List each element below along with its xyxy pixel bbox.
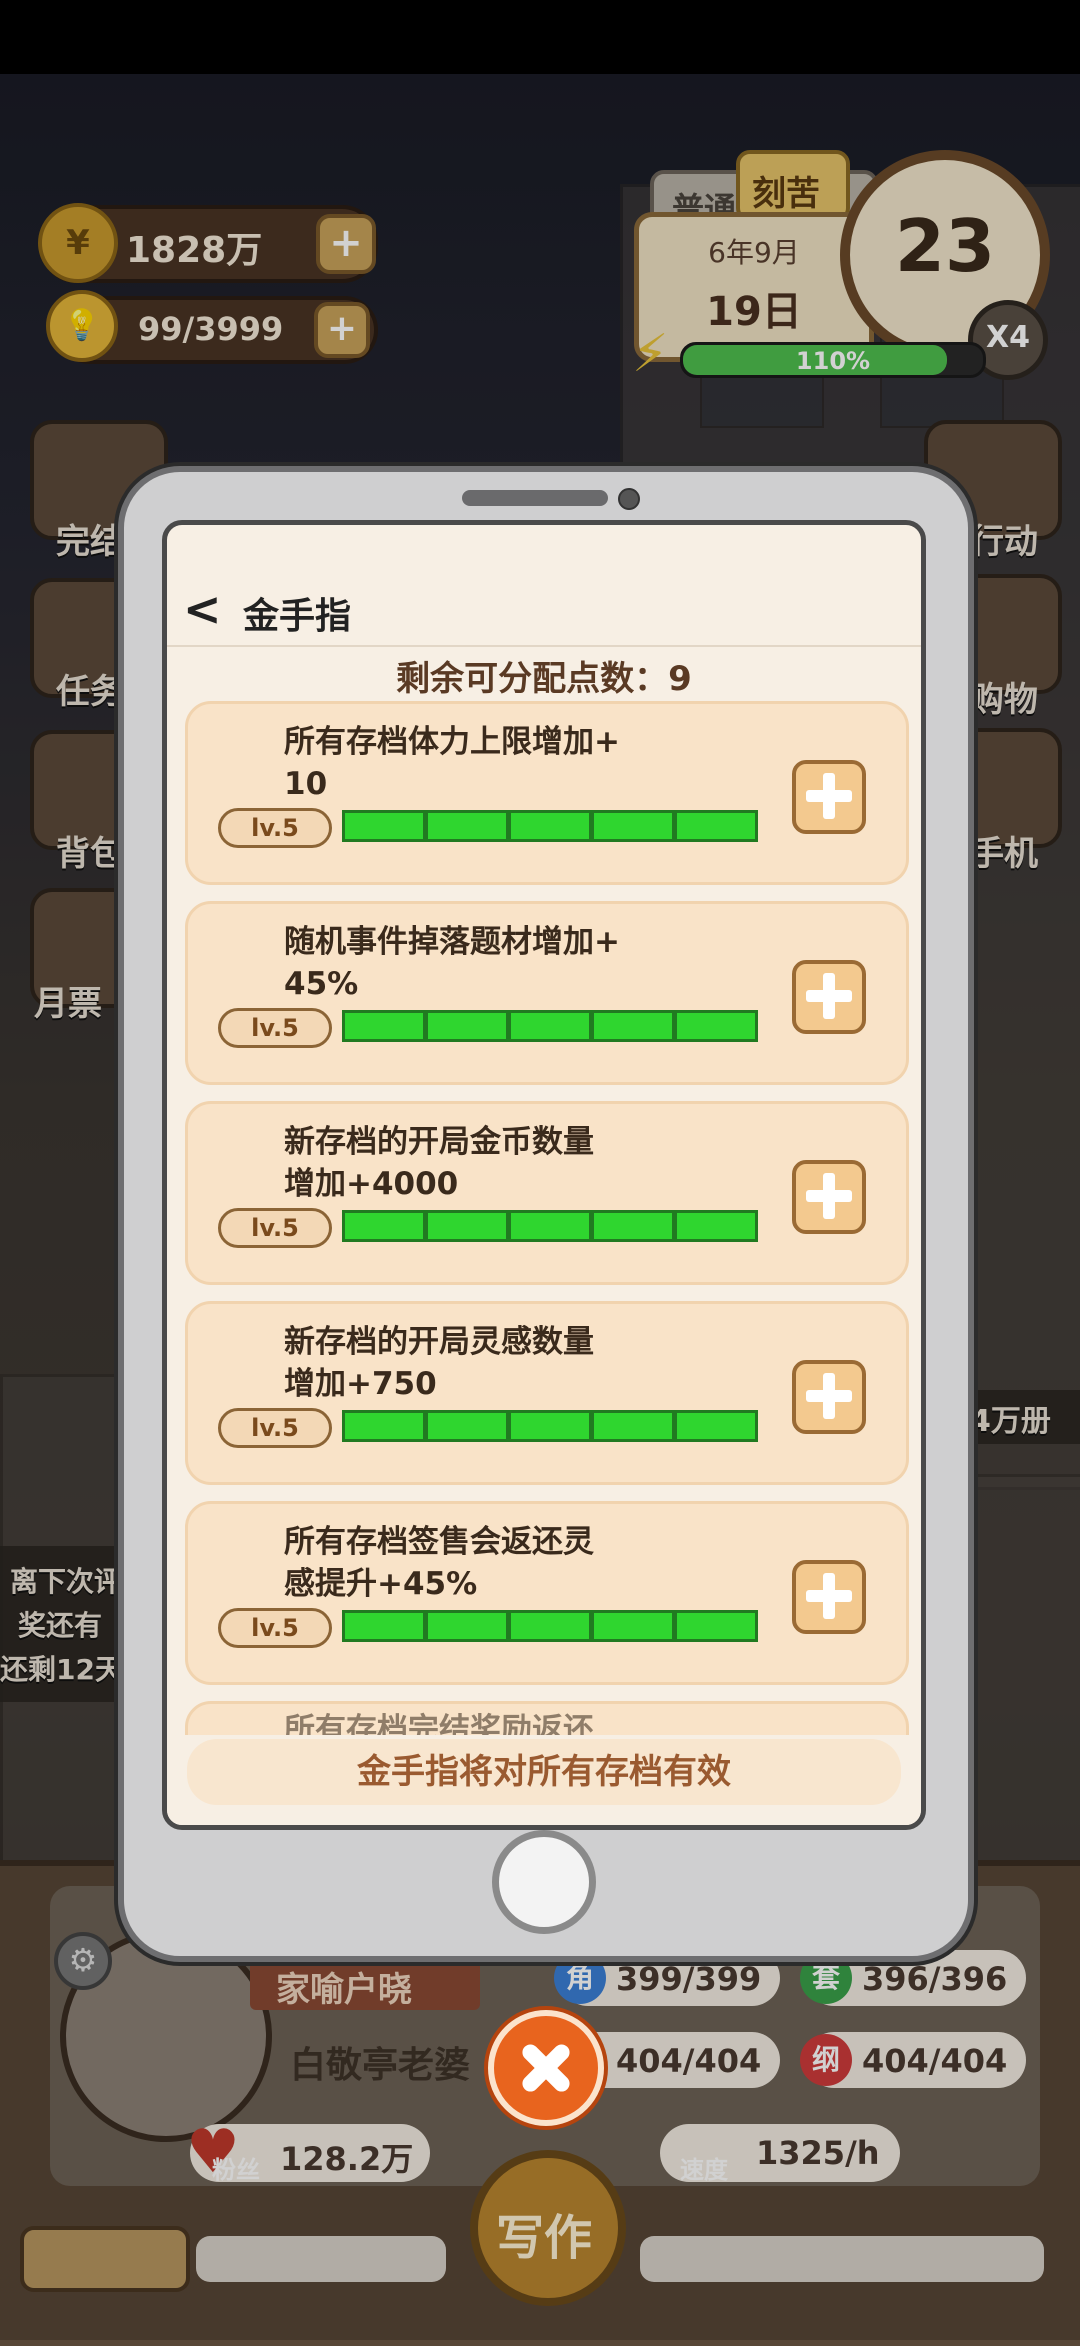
level-progress-segment [342, 1410, 426, 1442]
level-badge: lv.5 [218, 808, 332, 848]
level-progress-segment [508, 1210, 592, 1242]
level-progress-segment [674, 810, 758, 842]
cheat-desc-line-2: 45% [284, 966, 359, 1002]
level-progress-segment [591, 1610, 675, 1642]
level-progress-segment [508, 1410, 592, 1442]
phone-home-button[interactable] [492, 1830, 596, 1934]
plus-icon-stroke [823, 1373, 835, 1419]
back-button[interactable]: < [183, 581, 227, 637]
close-button[interactable] [488, 2010, 604, 2126]
level-progress-segment [674, 1010, 758, 1042]
back-icon: < [183, 582, 222, 636]
level-progress-segment [591, 1210, 675, 1242]
level-progress-segment [342, 1610, 426, 1642]
cheat-card: 新存档的开局灵感数量 增加+750 lv.5 [185, 1301, 909, 1485]
level-progress-segment [425, 1410, 509, 1442]
cheat-desc-line-2: 增加+750 [284, 1366, 437, 1402]
upgrade-plus-button[interactable] [792, 1360, 866, 1434]
plus-icon-stroke [823, 1173, 835, 1219]
cheat-desc-line-1: 新存档的开局灵感数量 [284, 1324, 594, 1360]
cheat-desc-line-2: 10 [284, 766, 328, 802]
level-progress-segment [425, 1010, 509, 1042]
plus-icon-stroke [823, 773, 835, 819]
level-badge: lv.5 [218, 1008, 332, 1048]
phone-camera [618, 488, 640, 510]
cheat-desc-line-1: 随机事件掉落题材增加+ [284, 924, 620, 960]
level-progress-segment [674, 1410, 758, 1442]
level-progress-segment [591, 1010, 675, 1042]
level-badge: lv.5 [218, 1208, 332, 1248]
level-progress-segment [425, 1610, 509, 1642]
cheat-card: 随机事件掉落题材增加+ 45% lv.5 [185, 901, 909, 1085]
level-progress-segment [591, 810, 675, 842]
level-progress-segment [342, 1210, 426, 1242]
plus-icon-stroke [823, 973, 835, 1019]
level-badge: lv.5 [218, 1608, 332, 1648]
cheat-list: 所有存档体力上限增加+ 10 lv.5 随机事件掉落题材增加+ 45% lv.5 新存档的开… [185, 701, 909, 1701]
cheat-card: 新存档的开局金币数量 增加+4000 lv.5 [185, 1101, 909, 1285]
level-progress-segment [425, 1210, 509, 1242]
level-progress-segment [342, 810, 426, 842]
points-remaining: 剩余可分配点数：9 [167, 651, 921, 700]
header-divider [167, 645, 921, 647]
level-badge: lv.5 [218, 1408, 332, 1448]
upgrade-plus-button[interactable] [792, 1560, 866, 1634]
level-progress-segment [508, 1010, 592, 1042]
plus-icon-stroke [823, 1573, 835, 1619]
cheat-card: 所有存档体力上限增加+ 10 lv.5 [185, 701, 909, 885]
level-progress-segment [591, 1410, 675, 1442]
status-bar [0, 0, 1080, 74]
cheat-desc-line-2: 感提升+45% [284, 1566, 478, 1602]
cheat-desc-line-1: 所有存档体力上限增加+ [284, 724, 620, 760]
level-progress-segment [342, 1010, 426, 1042]
footer-bar: 金手指将对所有存档有效 [167, 1735, 921, 1825]
footer-note: 金手指将对所有存档有效 [187, 1739, 901, 1805]
points-label: 剩余可分配点数： [396, 659, 669, 699]
phone-speaker [462, 490, 608, 506]
cheat-desc-line-1: 所有存档签售会返还灵 [284, 1524, 594, 1560]
upgrade-plus-button[interactable] [792, 960, 866, 1034]
cheat-desc-line-1: 新存档的开局金币数量 [284, 1124, 594, 1160]
phone-screen: < 金手指 剩余可分配点数：9 所有存档体力上限增加+ 10 lv.5 随机事件掉落题… [162, 520, 926, 1830]
level-progress-segment [508, 810, 592, 842]
level-progress-segment [508, 1610, 592, 1642]
level-progress-segment [674, 1610, 758, 1642]
level-progress-segment [674, 1210, 758, 1242]
cheat-desc-line-2: 增加+4000 [284, 1166, 459, 1202]
modal-title: 金手指 [243, 596, 352, 637]
upgrade-plus-button[interactable] [792, 1160, 866, 1234]
points-value: 9 [668, 659, 692, 699]
level-progress-segment [425, 810, 509, 842]
cheat-card: 所有存档签售会返还灵 感提升+45% lv.5 [185, 1501, 909, 1685]
upgrade-plus-button[interactable] [792, 760, 866, 834]
